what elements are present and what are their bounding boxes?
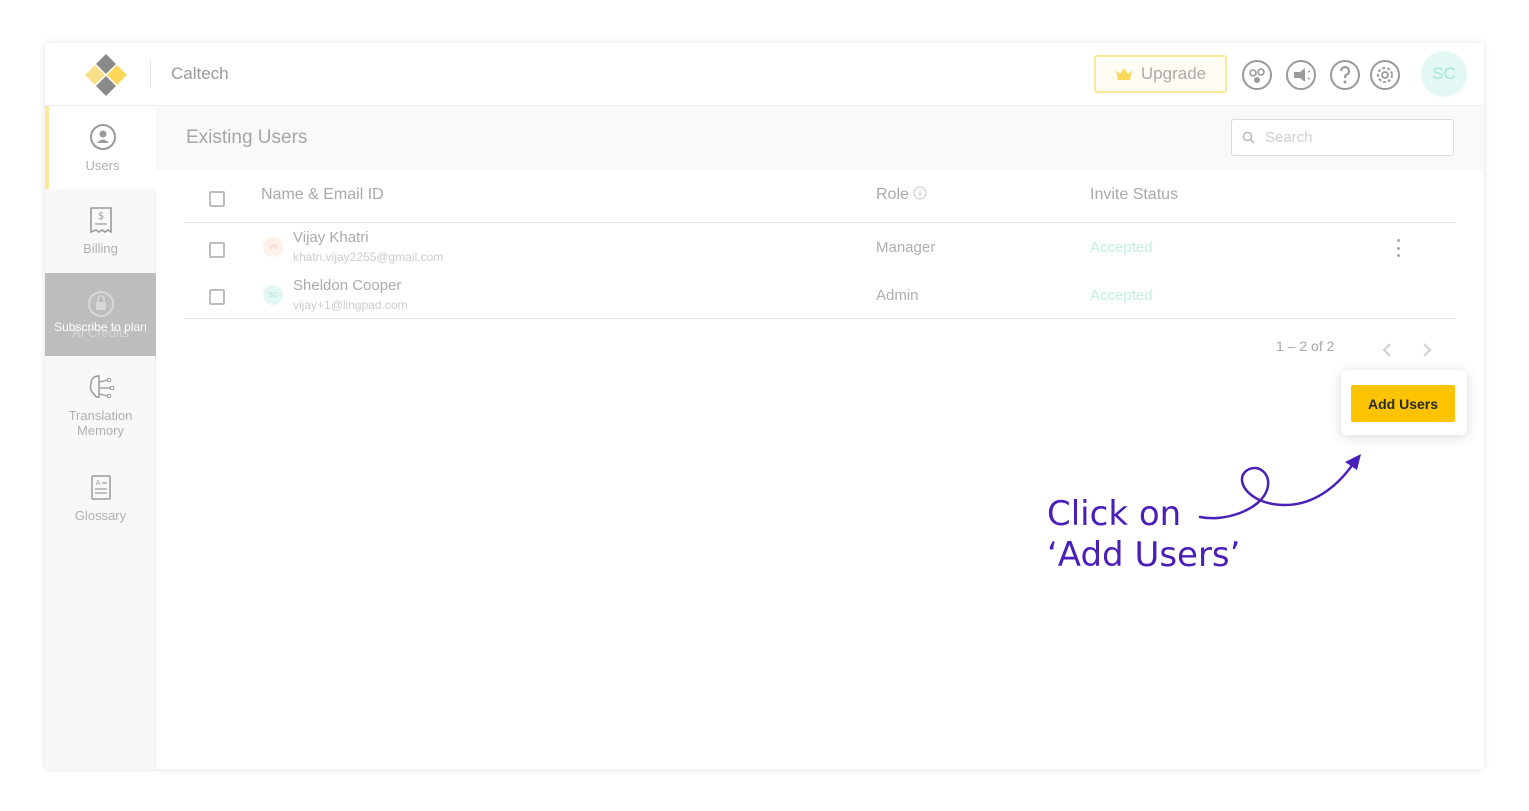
- users-table: Name & Email ID Role Invite Status VK Vi…: [185, 174, 1455, 319]
- sidebar-item-label: Users: [85, 158, 120, 173]
- add-users-highlight: Add Users: [1341, 370, 1467, 435]
- header-divider: [150, 60, 151, 88]
- main-header: Existing Users: [156, 106, 1484, 170]
- user-name: Sheldon Cooper: [293, 277, 402, 294]
- info-icon[interactable]: [913, 186, 927, 200]
- sidebar: Users $ Billing AI Credits Subscribe to …: [45, 106, 156, 769]
- row-checkbox[interactable]: [209, 289, 225, 305]
- brain-circuit-icon: [89, 375, 114, 399]
- sidebar-item-billing[interactable]: $ Billing: [45, 189, 156, 272]
- sidebar-item-glossary[interactable]: A Glossary: [45, 456, 156, 539]
- top-header: Caltech Upgrade SC: [45, 43, 1484, 106]
- user-circle-icon: [89, 124, 116, 150]
- chevron-right-icon[interactable]: [1417, 340, 1437, 360]
- subscribe-overlay-text: Subscribe to plan: [54, 320, 147, 334]
- table-row: SC Sheldon Cooper vijay+1@lingpad.com Ad…: [185, 271, 1455, 319]
- user-avatar-small: SC: [263, 285, 283, 305]
- callout-line-2: ‘Add Users’: [1047, 535, 1241, 575]
- receipt-icon: $: [89, 207, 112, 234]
- user-role: Admin: [876, 287, 919, 304]
- dictionary-icon: A: [90, 475, 111, 500]
- column-header-status: Invite Status: [1090, 186, 1179, 203]
- chevron-left-icon[interactable]: [1377, 340, 1397, 360]
- user-avatar-small: VK: [263, 237, 283, 257]
- sidebar-item-users[interactable]: Users: [45, 106, 156, 189]
- lock-icon: [87, 291, 114, 317]
- svg-text:$: $: [97, 211, 103, 222]
- pagination-range: 1 – 2 of 2: [1276, 338, 1335, 354]
- user-email: vijay+1@lingpad.com: [293, 298, 408, 312]
- sidebar-item-translation-memory[interactable]: Translation Memory: [45, 356, 156, 439]
- upgrade-label: Upgrade: [1140, 64, 1207, 83]
- help-icon[interactable]: [1329, 59, 1361, 91]
- apps-icon[interactable]: [1241, 59, 1273, 91]
- search-input[interactable]: [1265, 129, 1435, 146]
- crown-icon: [1115, 68, 1132, 80]
- svg-text:A: A: [95, 479, 100, 487]
- organization-name: Caltech: [171, 64, 229, 83]
- table-header: Name & Email ID Role Invite Status: [185, 174, 1455, 223]
- table-row: VK Vijay Khatri khatri.vijay2255@gmail.c…: [185, 223, 1455, 271]
- user-email: khatri.vijay2255@gmail.com: [293, 250, 444, 264]
- row-menu-icon[interactable]: [1390, 239, 1406, 257]
- app-logo[interactable]: [83, 52, 129, 98]
- page-title: Existing Users: [186, 127, 308, 148]
- settings-gear-icon[interactable]: [1369, 59, 1401, 91]
- user-avatar[interactable]: SC: [1421, 51, 1467, 97]
- user-role: Manager: [876, 239, 936, 256]
- invite-status: Accepted: [1090, 239, 1153, 256]
- invite-status: Accepted: [1090, 287, 1153, 304]
- column-header-role-label: Role: [876, 186, 909, 203]
- sidebar-item-label: Glossary: [74, 508, 127, 523]
- search-box[interactable]: [1231, 119, 1454, 156]
- curved-arrow-icon: [1198, 454, 1361, 520]
- announcement-icon[interactable]: [1285, 59, 1317, 91]
- upgrade-button[interactable]: Upgrade: [1094, 55, 1227, 93]
- sidebar-item-ai-credits[interactable]: AI Credits Subscribe to plan: [45, 273, 156, 356]
- add-users-button[interactable]: Add Users: [1351, 385, 1455, 422]
- app-window: Caltech Upgrade SC Users $ Billing AI Cr…: [45, 43, 1484, 769]
- user-name: Vijay Khatri: [293, 229, 369, 246]
- sidebar-item-label: Translation Memory: [68, 408, 133, 438]
- search-icon: [1242, 131, 1255, 144]
- sidebar-item-label: Billing: [83, 241, 118, 256]
- column-header-role: Role: [876, 186, 927, 204]
- row-checkbox[interactable]: [209, 242, 225, 258]
- select-all-checkbox[interactable]: [209, 191, 225, 207]
- column-header-name: Name & Email ID: [261, 186, 384, 203]
